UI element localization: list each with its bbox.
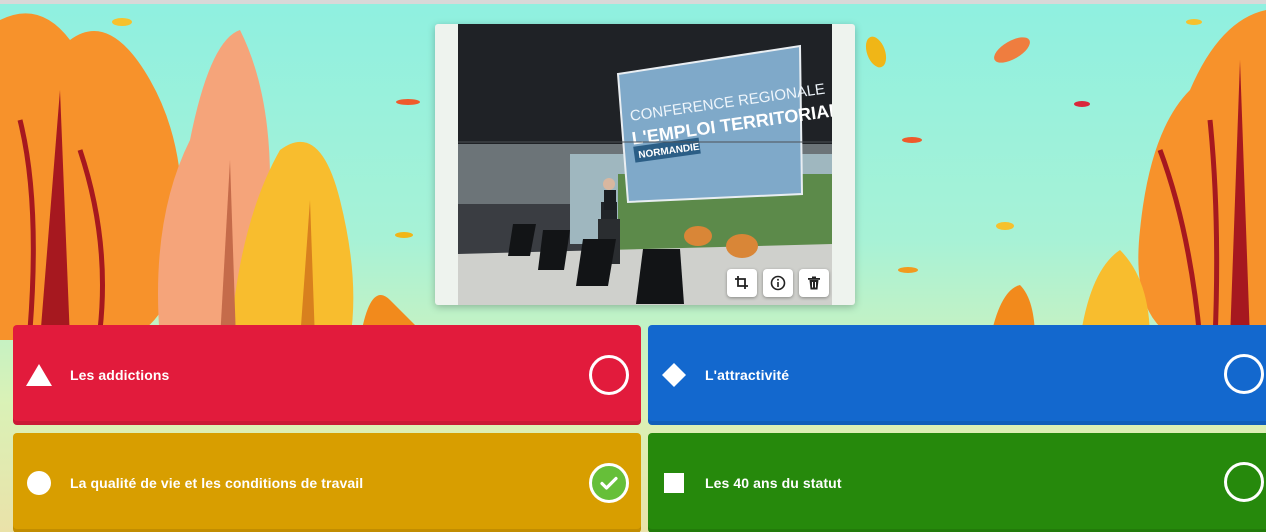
delete-icon[interactable] bbox=[799, 269, 829, 297]
answer-option-3[interactable]: La qualité de vie et les conditions de t… bbox=[13, 433, 641, 532]
answer-option-2-text: L'attractivité bbox=[705, 367, 790, 383]
diamond-icon bbox=[660, 361, 688, 389]
triangle-icon bbox=[25, 361, 53, 389]
conference-photo: CONFERENCE REGIONALE L'EMPLOI TERRITORIA… bbox=[458, 24, 832, 305]
info-icon[interactable] bbox=[763, 269, 793, 297]
answer-option-1[interactable]: Les addictions bbox=[13, 325, 641, 425]
checkmark-icon bbox=[600, 476, 618, 490]
answer-option-2[interactable]: L'attractivité bbox=[648, 325, 1266, 425]
crop-icon[interactable] bbox=[727, 269, 757, 297]
answer-option-3-correct-toggle[interactable] bbox=[589, 463, 629, 503]
answer-option-4-correct-toggle[interactable] bbox=[1224, 462, 1264, 502]
answer-option-1-text: Les addictions bbox=[70, 367, 170, 383]
question-media-card: CONFERENCE REGIONALE L'EMPLOI TERRITORIA… bbox=[435, 24, 855, 305]
answer-option-3-text: La qualité de vie et les conditions de t… bbox=[70, 475, 364, 491]
media-toolbar bbox=[727, 269, 829, 297]
answer-option-1-correct-toggle[interactable] bbox=[589, 355, 629, 395]
square-icon bbox=[660, 469, 688, 497]
answer-option-4[interactable]: Les 40 ans du statut bbox=[648, 433, 1266, 532]
circle-icon bbox=[25, 469, 53, 497]
answer-option-2-correct-toggle[interactable] bbox=[1224, 354, 1264, 394]
answer-option-4-text: Les 40 ans du statut bbox=[705, 475, 842, 491]
